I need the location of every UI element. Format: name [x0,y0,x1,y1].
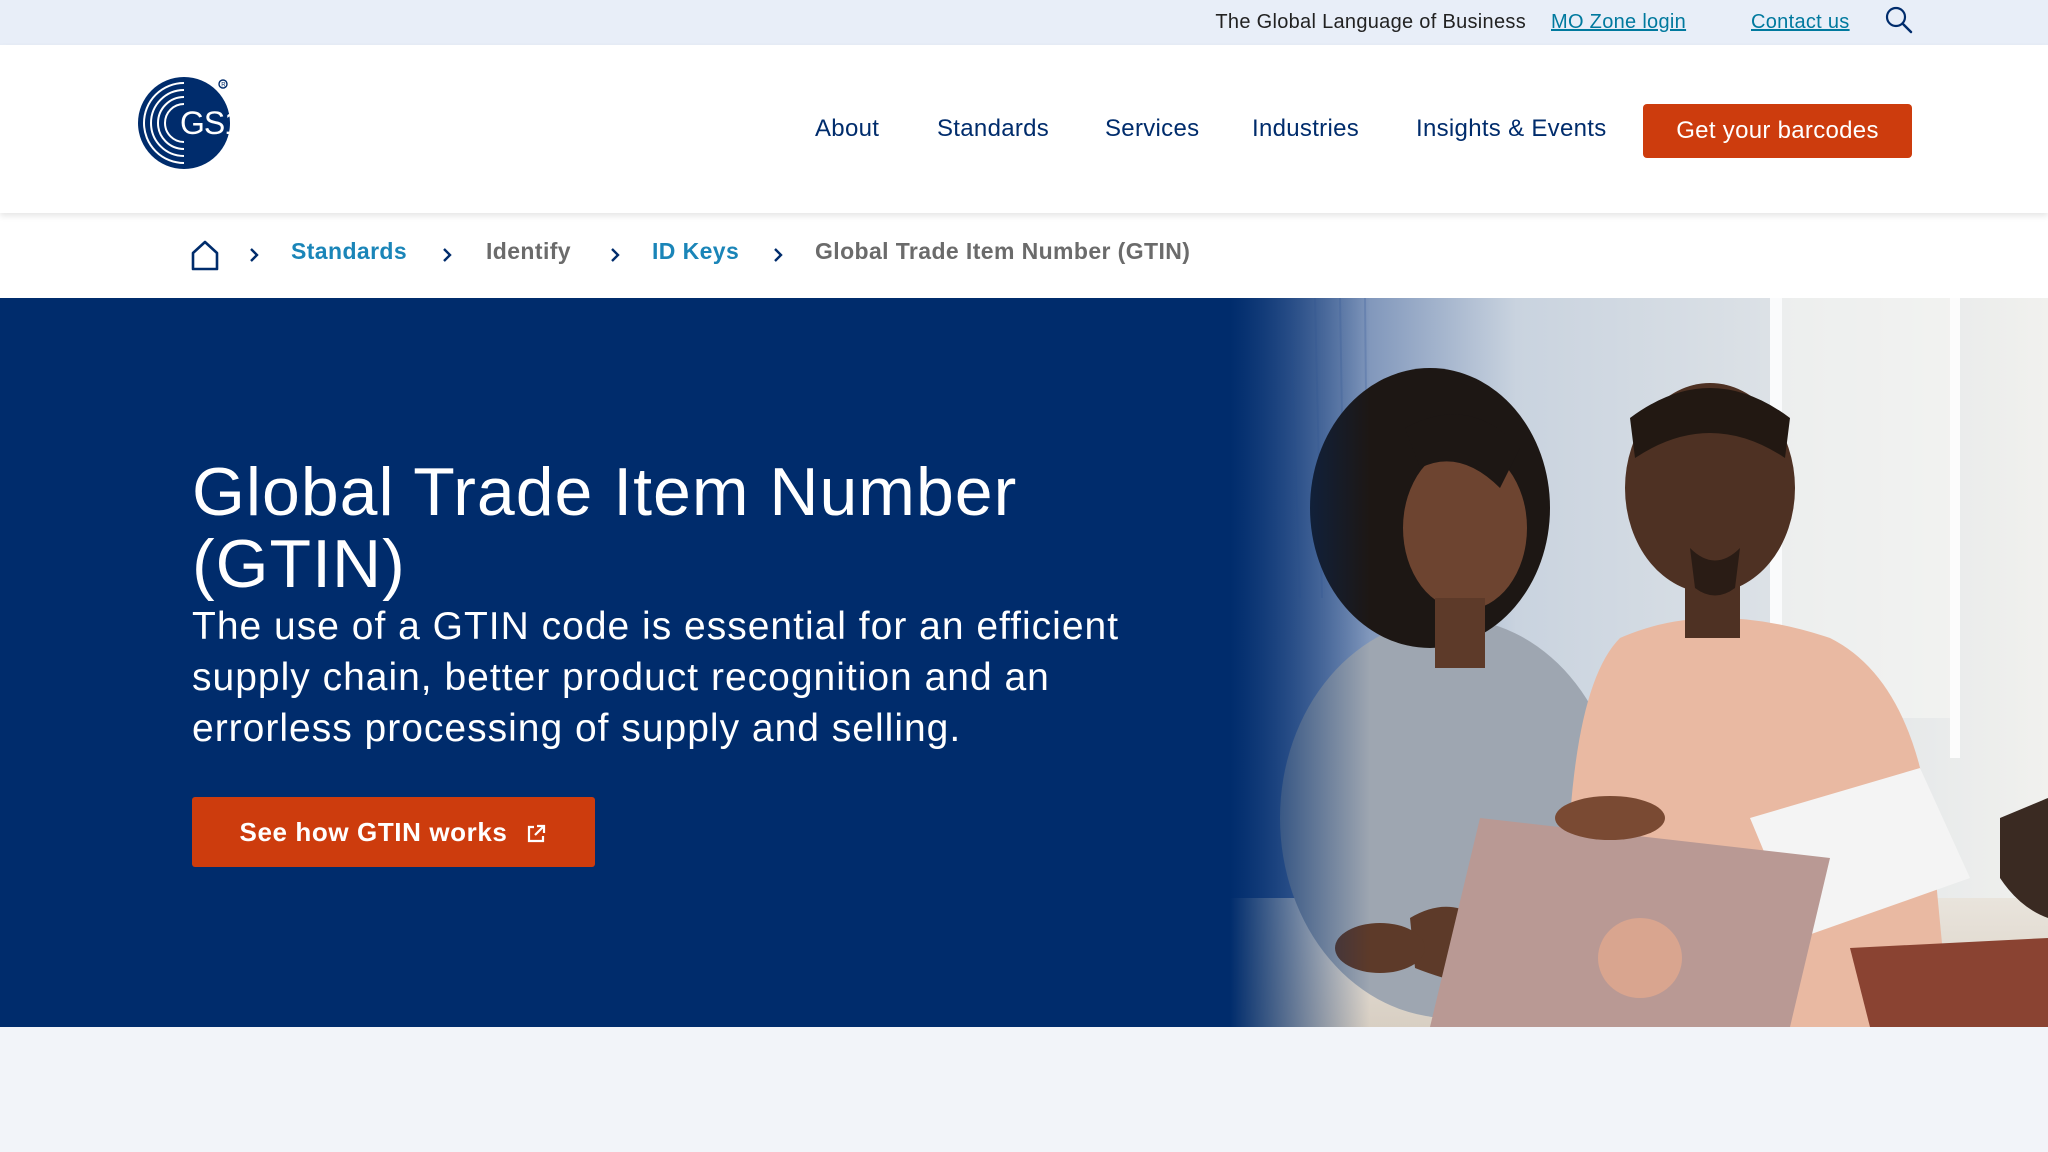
main-header: GS1 R About Standards Services Industrie… [0,45,2048,213]
breadcrumb-current-page: Global Trade Item Number (GTIN) [815,238,1191,264]
nav-insights-events[interactable]: Insights & Events [1416,115,1607,143]
logo-text: GS1 [180,105,241,141]
gs1-logo[interactable]: GS1 R [138,75,254,171]
hero-cta-label: See how GTIN works [239,816,508,847]
breadcrumb-id-keys[interactable]: ID Keys [652,238,739,265]
nav-services[interactable]: Services [1105,115,1199,143]
utility-bar: The Global Language of Business MO Zone … [0,0,2048,45]
breadcrumb: Standards Identify ID Keys Global Trade … [0,213,2048,298]
external-link-icon [525,821,547,843]
mo-zone-login-link[interactable]: MO Zone login [1551,11,1686,34]
chevron-right-icon [441,246,453,264]
hero-photo-fade [1230,298,1370,1027]
chevron-right-icon [609,246,621,264]
tagline: The Global Language of Business [1215,11,1526,33]
hero-subtitle: The use of a GTIN code is essential for … [192,605,1120,750]
svg-text:R: R [221,83,226,89]
contact-us-link[interactable]: Contact us [1751,11,1850,34]
see-how-gtin-works-button[interactable]: See how GTIN works [192,797,595,867]
nav-standards[interactable]: Standards [937,115,1049,143]
breadcrumb-identify: Identify [486,238,571,264]
home-icon[interactable] [190,239,220,271]
search-icon[interactable] [1883,4,1915,36]
page-title: Global Trade Item Number (GTIN) [192,454,1018,602]
chevron-right-icon [772,246,784,264]
nav-about[interactable]: About [815,115,879,143]
breadcrumb-standards[interactable]: Standards [291,238,407,265]
get-your-barcodes-button[interactable]: Get your barcodes [1643,104,1912,158]
nav-industries[interactable]: Industries [1252,115,1359,143]
chevron-right-icon [248,246,260,264]
hero-banner: Global Trade Item Number (GTIN) The use … [0,298,2048,1027]
